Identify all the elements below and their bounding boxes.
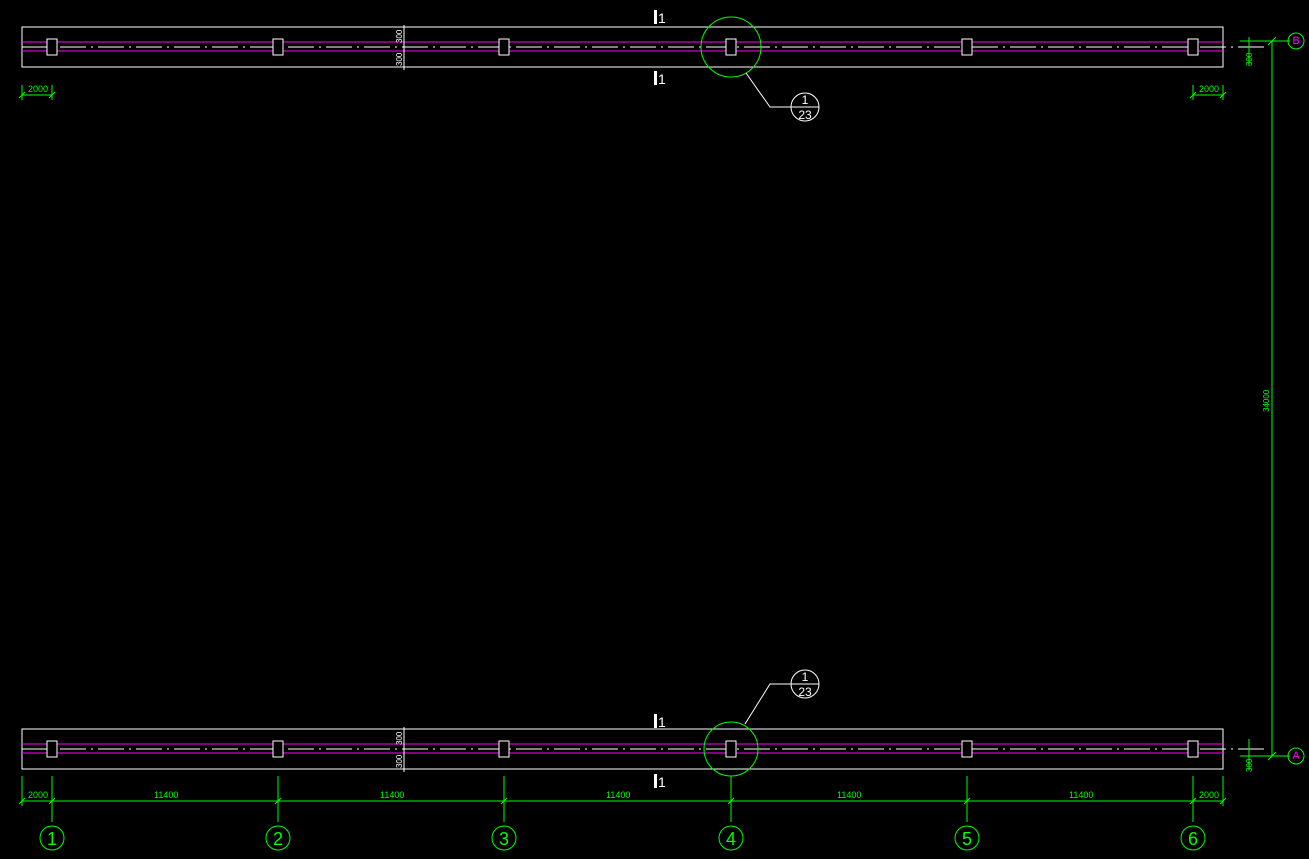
offset-dimension-a: 300 — [1245, 758, 1254, 772]
section-width-bottom: 300 — [395, 754, 404, 768]
axis-label-6: 6 — [1188, 829, 1198, 849]
column-marker — [46, 740, 58, 758]
section-width-top: 300 — [395, 29, 404, 43]
dimension-chain: 2000 11400 11400 11400 11400 11400 2000 — [18, 776, 1227, 822]
section-cut-mark-top — [654, 10, 657, 24]
span-label-4-5: 11400 — [837, 790, 861, 800]
detail-leader-a — [744, 683, 792, 725]
span-label-5-6: 11400 — [1069, 790, 1093, 800]
section-width-top: 300 — [395, 731, 404, 745]
section-cut-mark-top — [654, 714, 657, 728]
overall-row-dimension: 34000 — [1262, 36, 1277, 761]
axis-label-b: B — [1292, 35, 1299, 47]
edge-dimension-right-b: 2000 — [1189, 84, 1227, 100]
section-cut-mark-bottom — [654, 71, 657, 85]
section-cut-label-bottom: 1 — [658, 774, 666, 790]
edge-dimension-label: 2000 — [1199, 84, 1219, 94]
column-marker — [498, 740, 510, 758]
axis-label-5: 5 — [962, 829, 972, 849]
section-cut-label-bottom: 1 — [658, 71, 666, 87]
section-cut-label-top: 1 — [658, 714, 666, 730]
detail-callout-number: 1 — [802, 670, 809, 684]
span-label-edge-left: 2000 — [28, 790, 48, 800]
span-label-1-2: 11400 — [154, 790, 178, 800]
column-marker — [272, 740, 284, 758]
section-cut-mark-bottom — [654, 774, 657, 788]
edge-dimension-label: 2000 — [28, 84, 48, 94]
drawing-canvas: 300 300 1 1 1 23 2000 2000 300 B 34000 3… — [18, 10, 1305, 851]
beam-row-a: 300 300 1 1 1 23 300 A — [21, 669, 1305, 790]
span-label-edge-right: 2000 — [1199, 790, 1219, 800]
column-marker — [961, 740, 973, 758]
column-marker — [1187, 38, 1199, 56]
overall-dimension-label: 34000 — [1262, 389, 1271, 412]
axis-label-2: 2 — [273, 829, 283, 849]
axis-label-3: 3 — [499, 829, 509, 849]
column-marker — [272, 38, 284, 56]
detail-callout-b: 1 23 — [790, 92, 820, 122]
section-width-bottom: 300 — [395, 52, 404, 66]
edge-dimension-left-b: 2000 — [18, 84, 56, 100]
column-marker — [1187, 740, 1199, 758]
axis-label-a: A — [1292, 750, 1300, 762]
axis-label-1: 1 — [47, 829, 57, 849]
column-marker — [498, 38, 510, 56]
column-marker — [725, 740, 737, 758]
span-label-2-3: 11400 — [380, 790, 404, 800]
section-cut-label-top: 1 — [658, 10, 666, 26]
column-marker — [725, 38, 737, 56]
detail-callout-a: 1 23 — [790, 669, 820, 699]
column-marker — [961, 38, 973, 56]
detail-callout-sheet: 23 — [798, 685, 812, 699]
span-label-3-4: 11400 — [606, 790, 630, 800]
detail-leader-b — [745, 72, 792, 108]
offset-dimension-b: 300 — [1245, 52, 1254, 66]
detail-callout-number: 1 — [802, 93, 809, 107]
axis-label-4: 4 — [726, 829, 736, 849]
column-marker — [46, 38, 58, 56]
beam-row-b: 300 300 1 1 1 23 2000 2000 300 B — [18, 10, 1305, 122]
detail-callout-sheet: 23 — [798, 108, 812, 122]
axis-bubbles: 1 2 3 4 5 6 — [39, 825, 1206, 851]
